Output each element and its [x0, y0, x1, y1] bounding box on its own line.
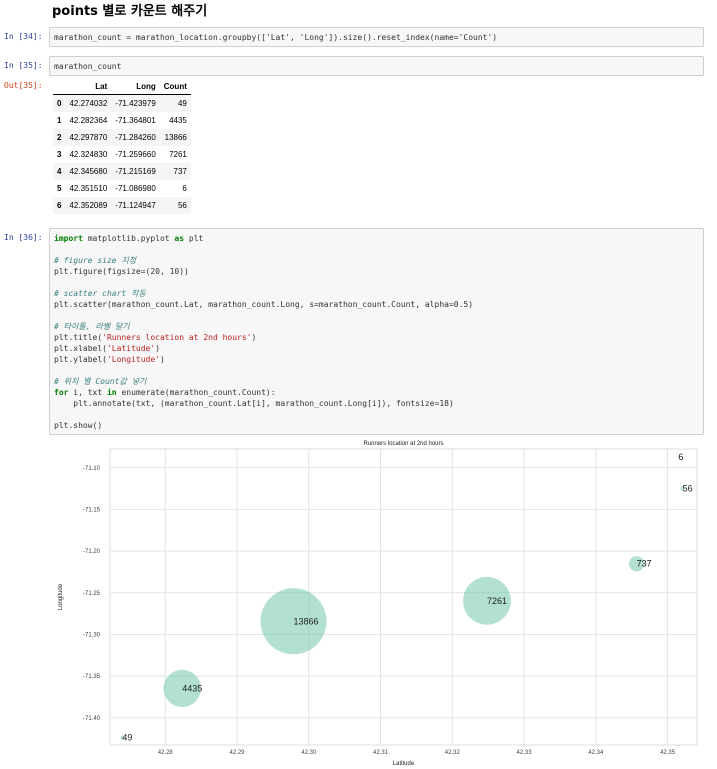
- table-header-row: Lat Long Count: [53, 79, 191, 95]
- table-cell: -71.259660: [115, 150, 156, 159]
- code-line: # 타이틀, 라벨 달기: [54, 322, 130, 331]
- table-cell: 4435: [169, 116, 187, 125]
- table-cell: 56: [177, 201, 187, 210]
- row-index: 6: [57, 201, 62, 210]
- code-cell-35[interactable]: marathon_count: [49, 56, 704, 76]
- code-line: plt.xlabel('Latitude'): [54, 344, 160, 353]
- y-tick-label: -71.40: [83, 716, 101, 722]
- x-tick-label: 42.35: [660, 750, 676, 756]
- point-label: 13866: [293, 616, 318, 626]
- output-prompt-35: Out[35]:: [4, 81, 43, 90]
- dataframe-table: Lat Long Count 0 42.274032 -71.423979 49 1 42…: [53, 79, 191, 214]
- y-tick-label: -71.35: [83, 674, 101, 680]
- point-label: 7261: [487, 596, 507, 606]
- table-cell: 737: [173, 167, 187, 176]
- y-tick-label: -71.30: [83, 632, 101, 638]
- table-cell: 13866: [164, 133, 187, 142]
- table-row: 5 42.351510 -71.086980 6: [53, 180, 191, 197]
- plot-area: [109, 448, 698, 746]
- code-line: import matplotlib.pyplot as plt: [54, 234, 204, 243]
- row-index: 0: [57, 99, 62, 108]
- row-index: 2: [57, 133, 62, 142]
- column-header-count: Count: [159, 79, 191, 95]
- point-label: 49: [122, 733, 132, 743]
- x-tick-label: 42.28: [158, 750, 174, 756]
- row-index: 1: [57, 116, 62, 125]
- x-axis-label: Latitude: [393, 761, 415, 767]
- point-label: 6: [678, 452, 683, 462]
- input-prompt-36: In [36]:: [4, 233, 43, 242]
- table-cell: -71.086980: [115, 184, 156, 193]
- code-line: marathon_count: [54, 62, 122, 71]
- table-cell: 42.324830: [69, 150, 108, 159]
- table-cell: 42.282364: [69, 116, 108, 125]
- table-cell: -71.284260: [115, 133, 156, 142]
- point-label: 737: [637, 559, 652, 569]
- point-label: 4435: [182, 683, 202, 693]
- y-tick-label: -71.15: [83, 507, 101, 513]
- column-header-long: Long: [111, 79, 160, 95]
- table-cell: 7261: [169, 150, 187, 159]
- table-row: 1 42.282364 -71.364801 4435: [53, 112, 191, 129]
- table-row: 3 42.324830 -71.259660 7261: [53, 146, 191, 163]
- x-tick-label: 42.31: [373, 750, 389, 756]
- x-tick-label: 42.29: [230, 750, 246, 756]
- input-prompt-34: In [34]:: [4, 32, 43, 41]
- y-axis-label: Longitude: [58, 583, 64, 610]
- x-tick-label: 42.30: [301, 750, 317, 756]
- table-row: 6 42.352089 -71.124947 56: [53, 197, 191, 214]
- code-line: for i, txt in enumerate(marathon_count.C…: [54, 388, 276, 397]
- code-line: plt.show(): [54, 421, 103, 430]
- code-line: plt.scatter(marathon_count.Lat, marathon…: [54, 300, 474, 309]
- code-line: plt.ylabel('Longitude'): [54, 355, 165, 364]
- x-tick-label: 42.32: [445, 750, 461, 756]
- table-cell: -71.423979: [115, 99, 156, 108]
- x-tick-label: 42.33: [517, 750, 533, 756]
- code-cell-34[interactable]: marathon_count = marathon_location.group…: [49, 27, 704, 47]
- row-index: 3: [57, 150, 62, 159]
- y-tick-label: -71.20: [83, 549, 101, 555]
- point-label: 56: [683, 484, 693, 494]
- table-cell: 42.297870: [69, 133, 108, 142]
- table-cell: 6: [182, 184, 187, 193]
- x-tick-label: 42.34: [588, 750, 604, 756]
- code-line: # 위치 별 Count값 넣기: [54, 377, 147, 386]
- chart-title: Runners location at 2nd hours: [363, 441, 443, 447]
- code-line: # scatter chart 작동: [54, 289, 146, 298]
- index-header: [53, 79, 66, 95]
- table-row: 0 42.274032 -71.423979 49: [53, 94, 191, 112]
- row-index: 4: [57, 167, 62, 176]
- table-cell: 49: [177, 99, 187, 108]
- input-prompt-35: In [35]:: [4, 61, 43, 70]
- code-line: marathon_count = marathon_location.group…: [54, 33, 498, 42]
- code-cell-36[interactable]: import matplotlib.pyplot as plt # figure…: [49, 228, 704, 435]
- y-tick-label: -71.25: [83, 591, 101, 597]
- section-heading: points 별로 카운트 해주기: [52, 4, 208, 19]
- code-line: plt.title('Runners location at 2nd hours…: [54, 333, 257, 342]
- table-row: 2 42.297870 -71.284260 13866: [53, 129, 191, 146]
- table-row: 4 42.345680 -71.215169 737: [53, 163, 191, 180]
- code-line: plt.annotate(txt, (marathon_count.Lat[i]…: [54, 399, 454, 408]
- table-cell: -71.215169: [115, 167, 156, 176]
- table-cell: 42.274032: [69, 99, 108, 108]
- table-cell: -71.124947: [115, 201, 156, 210]
- y-tick-label: -71.10: [83, 466, 101, 472]
- code-line: plt.figure(figsize=(20, 10)): [54, 267, 189, 276]
- scatter-chart: Runners location at 2nd hours 42.28 42.29 4…: [58, 441, 698, 767]
- table-cell: 42.351510: [69, 184, 108, 193]
- table-cell: 42.352089: [69, 201, 108, 210]
- table-cell: 42.345680: [69, 167, 108, 176]
- table-cell: -71.364801: [115, 116, 156, 125]
- row-index: 5: [57, 184, 62, 193]
- code-line: # figure size 지정: [54, 256, 137, 265]
- column-header-lat: Lat: [65, 79, 112, 95]
